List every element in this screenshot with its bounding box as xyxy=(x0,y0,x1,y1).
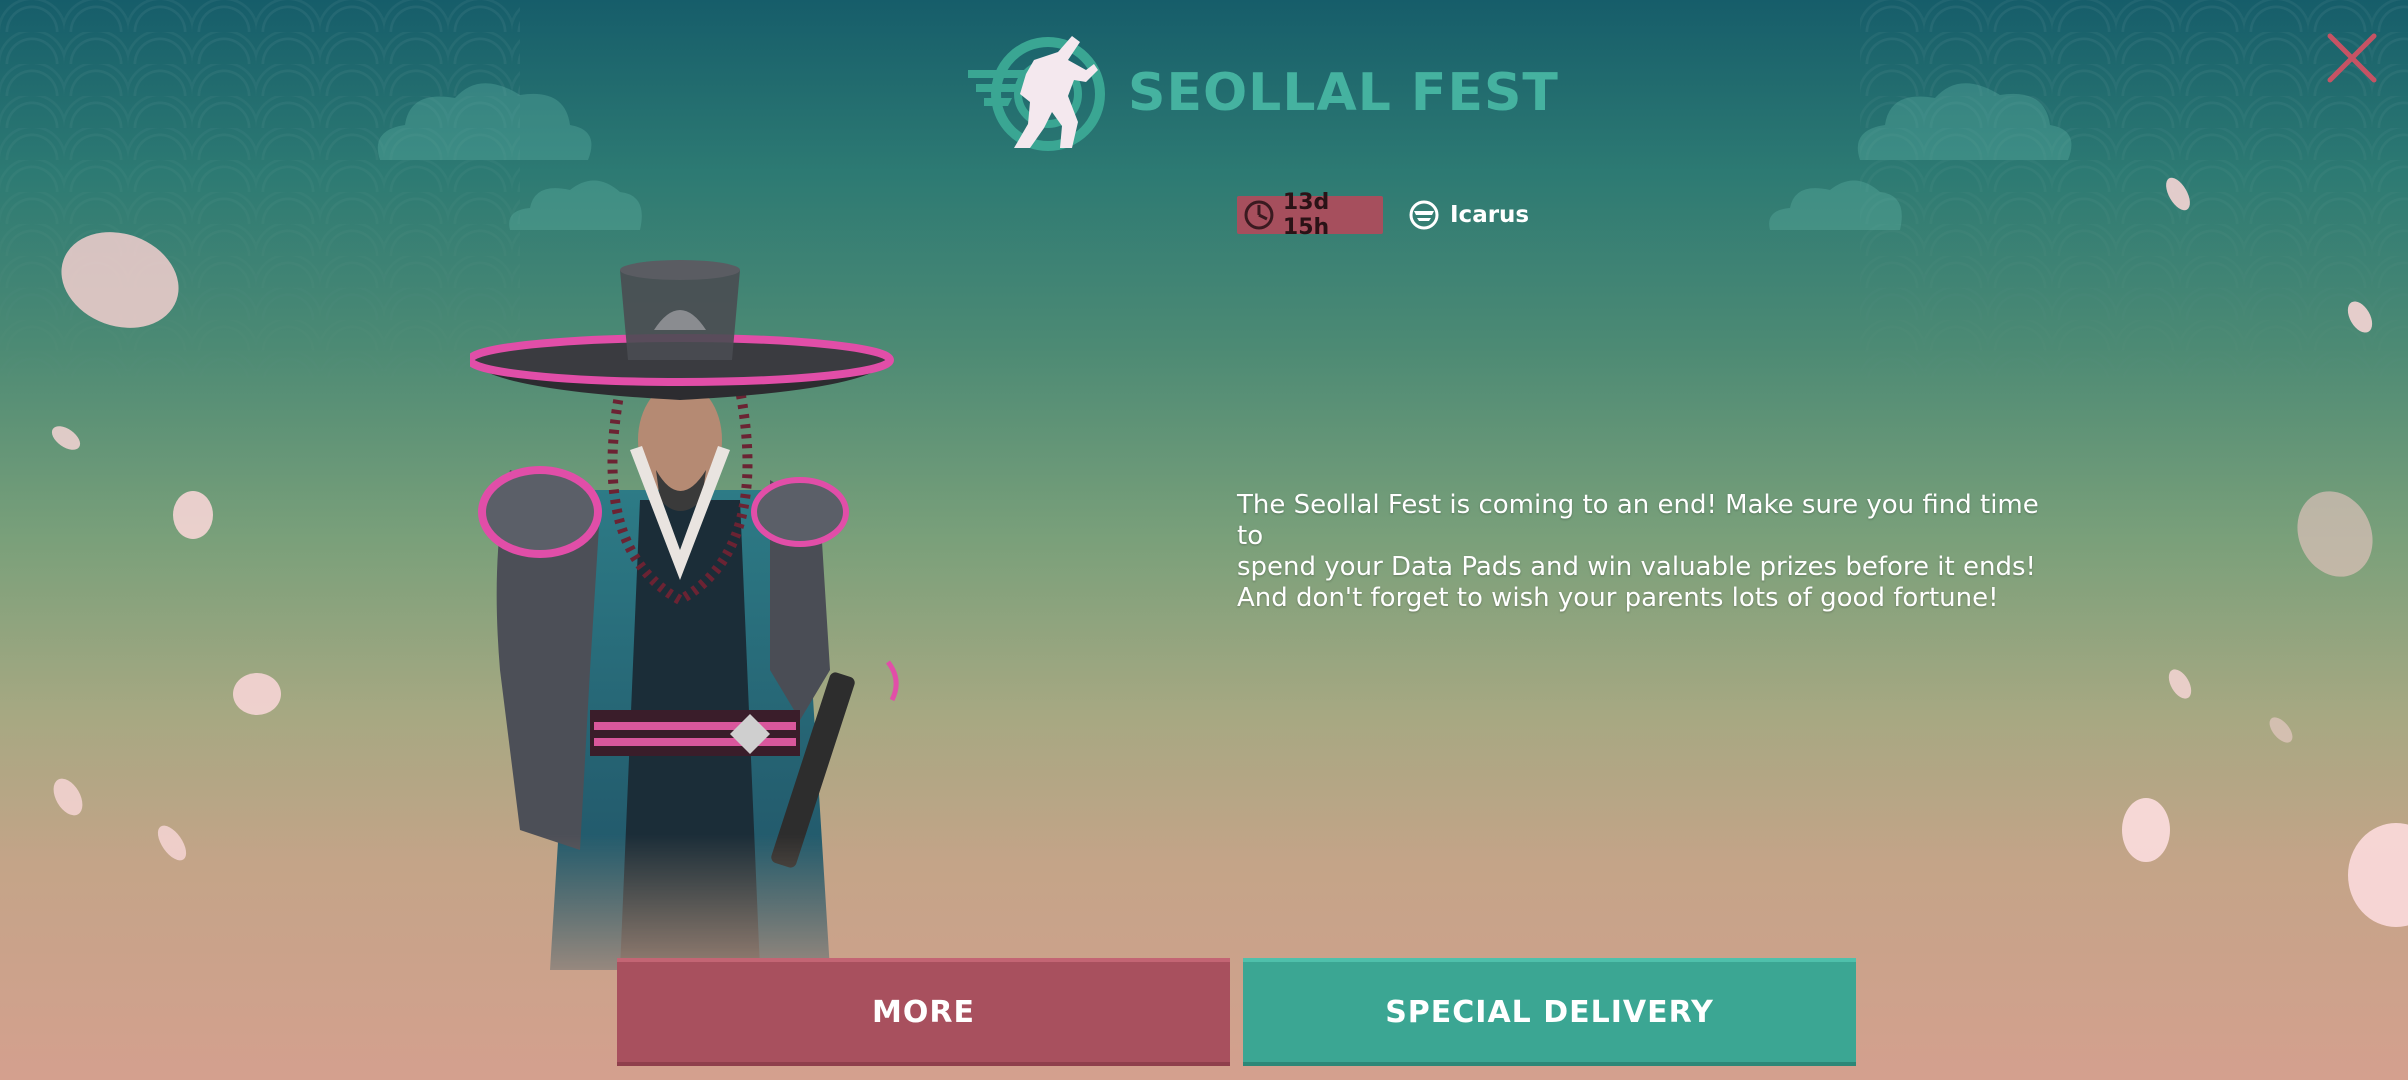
event-title: SEOLLAL FEST xyxy=(1128,63,1559,123)
petal-decoration xyxy=(157,825,187,861)
timer-badge: 13d 15h xyxy=(1237,190,1383,240)
petal-decoration xyxy=(2168,669,2192,699)
close-icon[interactable] xyxy=(2322,28,2382,88)
tag-label: Icarus xyxy=(1450,202,1530,228)
more-button-label: MORE xyxy=(872,994,975,1030)
special-delivery-button-label: SPECIAL DELIVERY xyxy=(1385,994,1714,1030)
petal-decoration xyxy=(2348,823,2408,927)
event-tag: Icarus xyxy=(1408,196,1529,234)
special-delivery-button[interactable]: SPECIAL DELIVERY xyxy=(1243,958,1856,1066)
petal-decoration xyxy=(2122,798,2170,862)
cloud-decoration-left-small xyxy=(509,180,642,230)
petal-decoration xyxy=(2347,301,2373,333)
cloud-decoration-left xyxy=(377,83,592,160)
petal-decoration xyxy=(53,778,83,816)
description-line: spend your Data Pads and win valuable pr… xyxy=(1237,552,2036,582)
mech-silhouette-logo-icon xyxy=(968,36,1105,151)
description-line: The Seollal Fest is coming to an end! Ma… xyxy=(1237,490,2039,551)
clock-icon xyxy=(1244,200,1274,230)
wave-pattern-left xyxy=(0,0,520,420)
petal-decoration xyxy=(173,491,213,539)
cloud-decoration-right-small xyxy=(1769,180,1902,230)
cloud-decoration-right xyxy=(1857,83,2072,160)
event-description: The Seollal Fest is coming to an end! Ma… xyxy=(1237,490,2057,614)
description-line: And don't forget to wish your parents lo… xyxy=(1237,583,1999,613)
petal-decoration xyxy=(2269,717,2293,743)
icarus-logo-icon xyxy=(1409,200,1439,230)
petal-decoration xyxy=(51,426,81,450)
warrior-character-image xyxy=(470,260,899,970)
timer-label: 13d 15h xyxy=(1282,190,1330,240)
petal-decoration xyxy=(61,232,179,328)
more-button[interactable]: MORE xyxy=(617,958,1230,1066)
petal-decoration xyxy=(233,673,281,715)
petal-decoration xyxy=(2166,177,2190,211)
petal-decoration xyxy=(2297,491,2373,577)
